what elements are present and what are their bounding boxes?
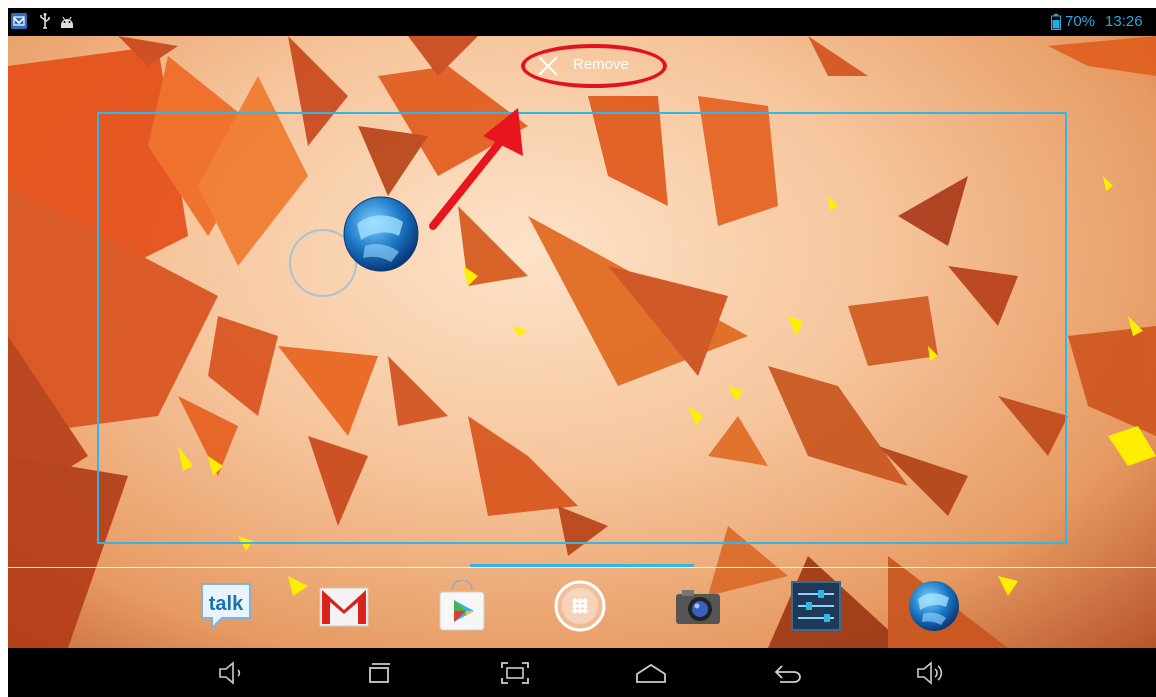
camera-icon[interactable] <box>672 580 724 632</box>
status-bar: 70% 13:26 <box>8 8 1156 36</box>
battery-percent: 70% <box>1065 13 1096 30</box>
remove-drop-target[interactable]: Remove <box>521 44 671 92</box>
remove-label: Remove <box>573 56 629 73</box>
close-icon <box>538 56 558 76</box>
talk-icon[interactable]: talk <box>200 580 252 632</box>
tablet-screen: 70% 13:26 Remove talk <box>0 0 1156 697</box>
pointer-arrow-icon <box>429 108 523 230</box>
android-debug-icon <box>61 16 73 28</box>
globe-browser-icon[interactable] <box>343 196 419 272</box>
battery-icon <box>1051 14 1061 30</box>
dock-divider <box>8 567 1156 568</box>
globe-browser-icon[interactable] <box>908 580 960 632</box>
widget-drop-frame <box>97 112 1067 544</box>
play-store-icon[interactable] <box>436 580 488 632</box>
volume-down-icon[interactable] <box>216 660 250 686</box>
home-icon[interactable] <box>634 660 668 686</box>
all-apps-icon[interactable] <box>554 580 606 632</box>
navigation-bar <box>8 648 1156 697</box>
recent-apps-icon[interactable] <box>362 660 396 686</box>
gmail-icon[interactable] <box>318 580 370 632</box>
talk-icon-label: talk <box>209 593 244 615</box>
settings-icon[interactable] <box>790 580 842 632</box>
clock: 13:26 <box>1105 13 1143 30</box>
email-notification-icon <box>11 13 27 29</box>
usb-icon <box>40 13 50 29</box>
volume-up-icon[interactable] <box>914 660 948 686</box>
home-screen-wallpaper: Remove talk <box>8 36 1156 648</box>
back-icon[interactable] <box>770 660 804 686</box>
screenshot-icon[interactable] <box>498 660 532 686</box>
